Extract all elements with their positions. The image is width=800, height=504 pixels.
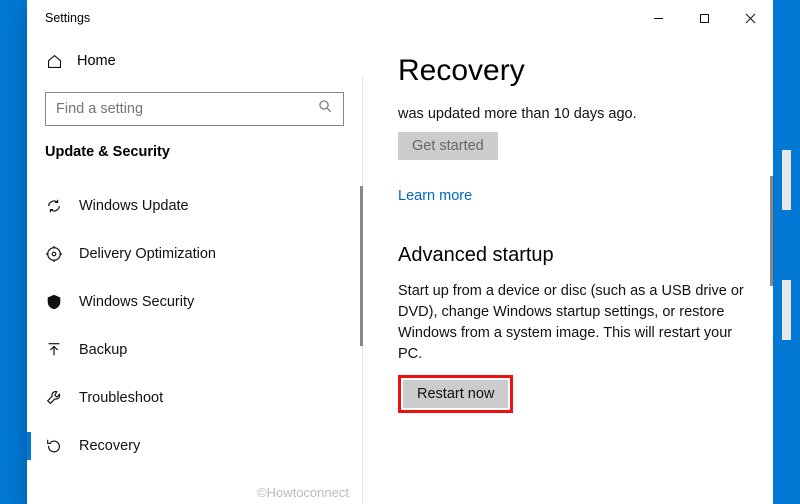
sidebar-item-windows-security[interactable]: Windows Security — [45, 278, 344, 326]
backup-icon — [45, 341, 63, 359]
shield-icon — [45, 293, 63, 311]
learn-more-link[interactable]: Learn more — [398, 188, 753, 204]
goback-text-fragment: was updated more than 10 days ago. — [398, 106, 753, 122]
watermark: ©Howtoconnect — [257, 485, 349, 500]
sidebar-section-title: Update & Security — [45, 144, 344, 160]
wrench-icon — [45, 389, 63, 407]
sidebar-item-backup[interactable]: Backup — [45, 326, 344, 374]
restart-now-button[interactable]: Restart now — [403, 380, 508, 408]
restart-highlight-box: Restart now — [398, 375, 513, 413]
sidebar-nav: Windows Update Delivery Optimization Win… — [45, 182, 344, 470]
get-started-button[interactable]: Get started — [398, 132, 498, 160]
sidebar-home[interactable]: Home — [45, 40, 344, 82]
advanced-startup-description: Start up from a device or disc (such as … — [398, 281, 753, 365]
main-panel: Recovery was updated more than 10 days a… — [362, 36, 773, 504]
sidebar-item-label: Recovery — [79, 438, 140, 454]
page-title: Recovery — [398, 54, 753, 88]
desktop-background — [773, 0, 800, 504]
sidebar-item-label: Backup — [79, 342, 127, 358]
window-controls — [635, 3, 773, 33]
minimize-button[interactable] — [635, 3, 681, 33]
sidebar-item-delivery-optimization[interactable]: Delivery Optimization — [45, 230, 344, 278]
search-icon — [318, 99, 333, 119]
search-box[interactable] — [45, 92, 344, 126]
sidebar-item-recovery[interactable]: Recovery — [45, 422, 344, 470]
maximize-button[interactable] — [681, 3, 727, 33]
titlebar: Settings — [27, 0, 773, 36]
settings-window: Settings Home — [27, 0, 773, 504]
close-button[interactable] — [727, 3, 773, 33]
app-title: Settings — [45, 11, 90, 25]
sidebar-item-windows-update[interactable]: Windows Update — [45, 182, 344, 230]
sidebar-item-troubleshoot[interactable]: Troubleshoot — [45, 374, 344, 422]
sidebar-item-label: Delivery Optimization — [79, 246, 216, 262]
recovery-icon — [45, 437, 63, 455]
sidebar-item-label: Windows Update — [79, 198, 189, 214]
advanced-startup-heading: Advanced startup — [398, 244, 753, 267]
home-icon — [45, 52, 63, 70]
delivery-icon — [45, 245, 63, 263]
desktop-stripe — [782, 150, 791, 210]
search-input[interactable] — [56, 101, 306, 117]
sidebar-home-label: Home — [77, 53, 116, 69]
desktop-stripe — [782, 280, 791, 340]
sidebar: Home Update & Security Windows Update — [27, 36, 362, 504]
sidebar-item-label: Troubleshoot — [79, 390, 163, 406]
sync-icon — [45, 197, 63, 215]
sidebar-item-label: Windows Security — [79, 294, 194, 310]
window-body: Home Update & Security Windows Update — [27, 36, 773, 504]
